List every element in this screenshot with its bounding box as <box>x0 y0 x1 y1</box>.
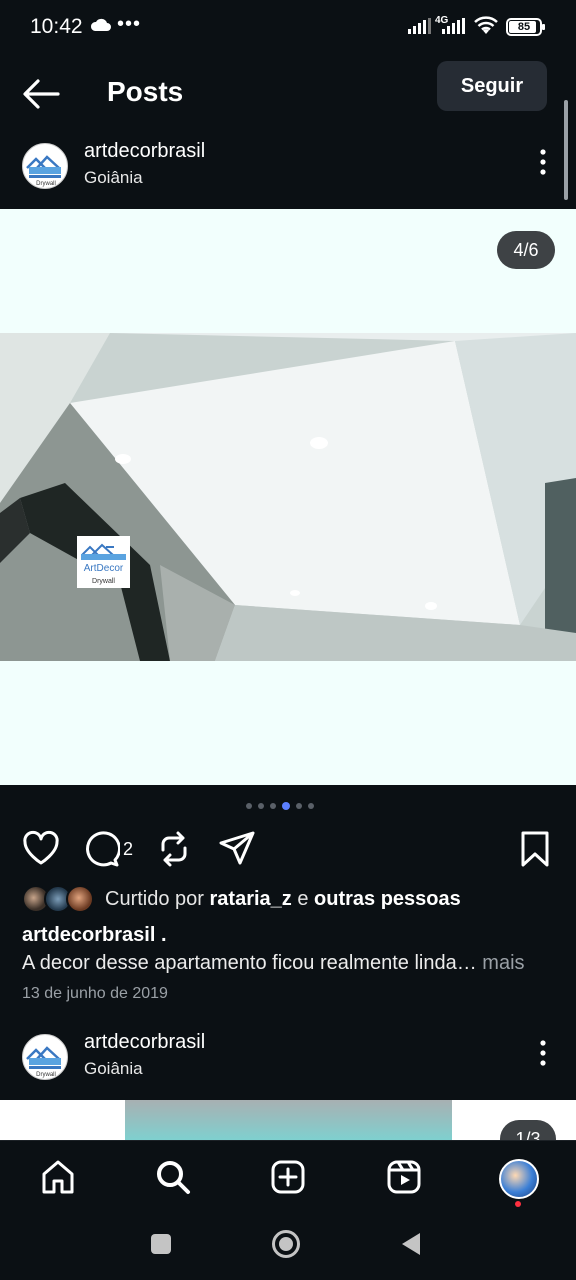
carousel-dot-active <box>282 802 290 810</box>
post-username[interactable]: artdecorbrasil <box>84 140 205 163</box>
likes-summary[interactable]: Curtido por rataria_z e outras pessoas <box>22 885 562 915</box>
post-username[interactable]: artdecorbrasil <box>84 1031 205 1054</box>
signal-icon <box>408 18 431 34</box>
post-actions: 2 <box>0 826 576 874</box>
caption-more-link[interactable]: mais <box>482 952 524 974</box>
reels-icon[interactable] <box>386 1159 422 1195</box>
bottom-navigation <box>0 1140 576 1216</box>
post-media[interactable]: 4/6 ArtDecor Drywall <box>0 209 576 785</box>
carousel-dot <box>246 803 252 809</box>
likes-others[interactable]: outras pessoas <box>314 888 461 910</box>
watermark-logo-icon: ArtDecor Drywall <box>77 536 130 588</box>
post-photo-next <box>125 1100 452 1140</box>
bookmark-icon[interactable] <box>519 830 551 868</box>
svg-text:Drywall: Drywall <box>36 1072 56 1078</box>
comment-icon[interactable] <box>82 830 120 868</box>
create-icon[interactable] <box>270 1159 306 1195</box>
post-media-next[interactable]: 1/3 <box>0 1100 576 1140</box>
arrow-left-icon[interactable] <box>22 78 60 110</box>
avatar[interactable]: Drywall <box>22 143 68 189</box>
home-icon[interactable] <box>40 1159 76 1195</box>
media-counter: 4/6 <box>497 231 555 269</box>
artdecor-logo-icon: Drywall <box>26 1046 61 1078</box>
post-photo: ArtDecor Drywall <box>0 333 576 661</box>
cloud-icon <box>90 18 111 31</box>
post-location[interactable]: Goiânia <box>84 168 143 188</box>
svg-text:ArtDecor: ArtDecor <box>84 563 124 574</box>
caption-text[interactable]: A decor desse apartamento ficou realment… <box>22 952 562 975</box>
top-app-bar: Posts Seguir <box>0 56 576 130</box>
battery-level: 85 <box>517 21 531 33</box>
post-header-next: Drywall artdecorbrasil Goiânia <box>0 1021 576 1099</box>
caption-username[interactable]: artdecorbrasil . <box>22 924 167 947</box>
post-date: 13 de junho de 2019 <box>22 985 168 1002</box>
svg-text:Drywall: Drywall <box>92 578 115 585</box>
likes-prefix: Curtido por <box>105 888 204 910</box>
likes-connector: e <box>297 888 309 910</box>
comment-count[interactable]: 2 <box>123 839 133 860</box>
carousel-dot <box>296 803 302 809</box>
more-notifications-indicator: ••• <box>117 13 142 35</box>
carousel-dot <box>270 803 276 809</box>
more-options-icon[interactable] <box>528 1038 558 1068</box>
repost-icon[interactable] <box>157 830 191 868</box>
carousel-dot <box>308 803 314 809</box>
more-options-icon[interactable] <box>528 147 558 177</box>
artdecor-logo-icon: Drywall <box>26 155 61 187</box>
post-location[interactable]: Goiânia <box>84 1059 143 1079</box>
profile-avatar[interactable] <box>499 1159 539 1199</box>
caption-body: A decor desse apartamento ficou realment… <box>22 952 477 974</box>
page-title: Posts <box>107 76 184 107</box>
system-navigation <box>0 1216 576 1280</box>
media-counter-next: 1/3 <box>500 1120 556 1140</box>
signal-icon-secondary <box>442 18 465 34</box>
liked-by-username[interactable]: rataria_z <box>210 888 292 910</box>
search-icon[interactable] <box>155 1159 191 1195</box>
wifi-icon <box>474 16 498 34</box>
carousel-indicator <box>246 802 314 810</box>
notification-dot <box>515 1201 521 1207</box>
svg-text:Drywall: Drywall <box>36 181 56 187</box>
home-button[interactable] <box>271 1229 301 1259</box>
heart-icon[interactable] <box>22 830 60 866</box>
share-icon[interactable] <box>218 830 256 868</box>
recents-button[interactable] <box>149 1232 173 1256</box>
back-button[interactable] <box>400 1231 422 1257</box>
status-time: 10:42 <box>30 15 83 38</box>
liker-avatar <box>66 885 94 913</box>
likes-text: Curtido por rataria_z e outras pessoas <box>105 888 461 911</box>
battery-icon: 85 <box>506 18 545 36</box>
status-bar: 10:42 ••• 4G 85 <box>0 0 576 56</box>
follow-button[interactable]: Seguir <box>437 61 547 111</box>
carousel-dot <box>258 803 264 809</box>
post-header: Drywall artdecorbrasil Goiânia <box>0 130 576 208</box>
avatar[interactable]: Drywall <box>22 1034 68 1080</box>
